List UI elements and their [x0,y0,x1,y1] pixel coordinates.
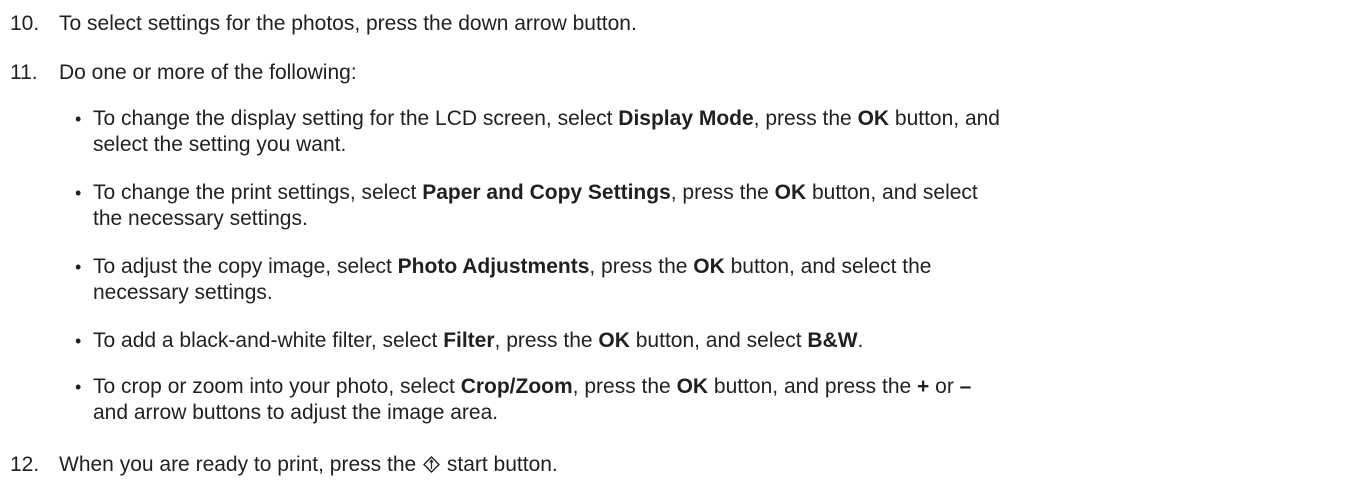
button-name: OK [774,181,807,204]
text-run: To adjust the copy image, select [93,255,398,278]
text-run: the necessary settings. [93,207,308,230]
bullet-text: To adjust the copy image, select Photo A… [93,254,1323,306]
start-diamond-icon [423,454,441,473]
bullet-dot: • [75,331,82,351]
button-name: OK [693,255,725,278]
bullet-text: To change the display setting for the LC… [93,106,1323,158]
text-run: start button. [446,453,558,476]
bullet-text: To change the print settings, select Pap… [93,180,1323,232]
plus-key-label: + [917,375,930,398]
menu-option-label: Filter [443,329,495,352]
button-name: OK [857,107,890,130]
menu-option-label: Crop/Zoom [460,375,573,398]
text-run: button, and select [629,329,808,352]
text-run: To add a black-and-white filter, select [93,329,444,352]
step-number: 12. [10,453,40,476]
button-name: OK [676,375,709,398]
minus-key-label: – [959,375,972,398]
text-run: , press the [670,181,775,204]
bullet-dot: • [75,377,82,397]
menu-option-label: Display Mode [618,107,754,130]
text-run: button, and press the [708,375,918,398]
text-run: To crop or zoom into your photo, select [93,375,461,398]
text-run: , press the [494,329,599,352]
text-run: , press the [753,107,858,130]
bullet-dot: • [75,257,82,277]
step-text: When you are ready to print, press the s… [59,452,558,478]
text-run: . [857,329,864,352]
text-run: When you are ready to print, press the [59,453,417,476]
menu-option-label: Paper and Copy Settings [422,181,671,204]
button-name: OK [598,329,630,352]
text-run: necessary settings. [93,281,273,304]
step-number: 10. [10,12,40,35]
step-text: Do one or more of the following: [59,61,357,84]
text-run: and arrow buttons to adjust the image ar… [93,401,499,424]
text-run: or [929,375,960,398]
text-run: To change the display setting for the LC… [93,107,619,130]
text-run: button, and select [806,181,978,204]
step-number: 11. [10,61,38,84]
text-run: button, and [889,107,1000,130]
text-run: To change the print settings, select [93,181,423,204]
text-run: , press the [589,255,694,278]
menu-option-label: Photo Adjustments [397,255,590,278]
step-text: To select settings for the photos, press… [59,12,637,35]
option-value: B&W [807,329,858,352]
bullet-dot: • [75,109,82,129]
text-run: button, and select the [724,255,932,278]
bullet-dot: • [75,183,82,203]
bullet-text: To add a black-and-white filter, select … [93,328,1323,354]
bullet-text: To crop or zoom into your photo, select … [93,374,1323,426]
text-run: select the setting you want. [93,133,347,156]
text-run: , press the [572,375,677,398]
